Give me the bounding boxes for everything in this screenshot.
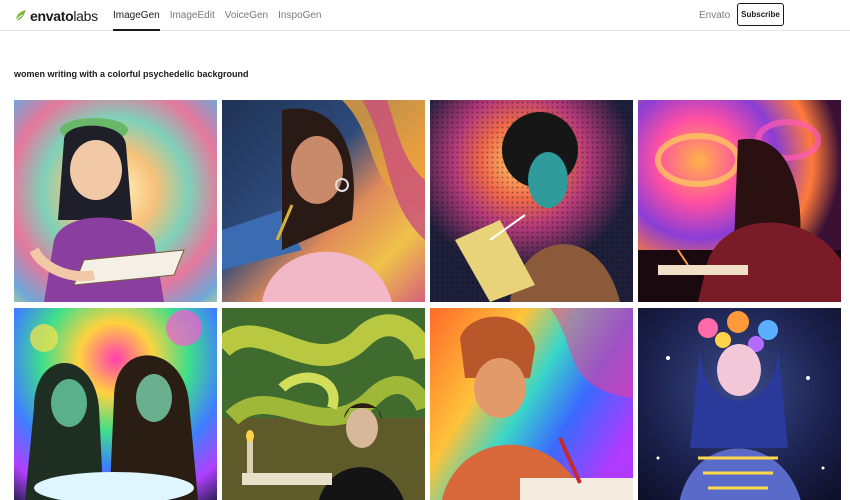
logo-word-envato: envato bbox=[30, 8, 74, 24]
nav-tab-inspogen[interactable]: InspoGen bbox=[278, 0, 321, 31]
generated-image-6[interactable] bbox=[222, 308, 425, 500]
logo-wordmark: envatolabs bbox=[30, 8, 98, 24]
nav-tab-voicegen[interactable]: VoiceGen bbox=[225, 0, 268, 31]
generated-image-8[interactable] bbox=[638, 308, 841, 500]
nav-tab-imagegen[interactable]: ImageGen bbox=[113, 0, 160, 31]
subscribe-button[interactable]: Subscribe bbox=[737, 3, 784, 26]
image-results-grid bbox=[14, 100, 842, 500]
envato-link[interactable]: Envato bbox=[699, 0, 730, 31]
generated-image-5[interactable] bbox=[14, 308, 217, 500]
generated-image-3[interactable] bbox=[430, 100, 633, 302]
generated-image-1[interactable] bbox=[14, 100, 217, 302]
generated-image-4[interactable] bbox=[638, 100, 841, 302]
nav-tab-imageedit[interactable]: ImageEdit bbox=[170, 0, 215, 31]
generated-image-7[interactable] bbox=[430, 308, 633, 500]
envato-leaf-icon bbox=[15, 10, 26, 23]
top-navigation-bar: envatolabs ImageGen ImageEdit VoiceGen I… bbox=[0, 0, 850, 31]
logo-word-labs: labs bbox=[73, 8, 98, 24]
generated-image-2[interactable] bbox=[222, 100, 425, 302]
envato-labs-logo[interactable]: envatolabs bbox=[14, 8, 98, 24]
prompt-heading: women writing with a colorful psychedeli… bbox=[14, 69, 249, 79]
main-nav: ImageGen ImageEdit VoiceGen InspoGen bbox=[113, 0, 331, 31]
